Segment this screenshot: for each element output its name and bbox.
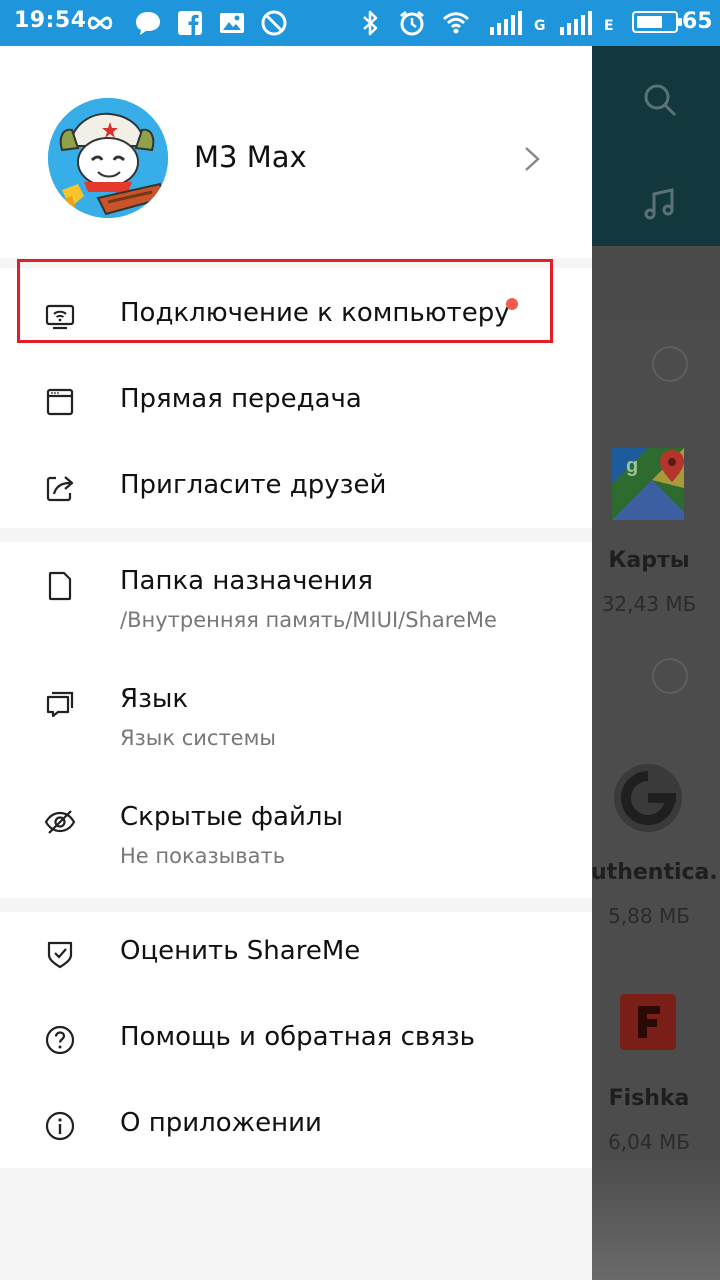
- menu-item-about[interactable]: О приложении: [0, 1084, 592, 1168]
- profile-header[interactable]: M3 Max: [0, 46, 592, 258]
- bluetooth-icon: [363, 10, 378, 36]
- menu-item-destination[interactable]: Папка назначения /Внутренняя память/MIUI…: [0, 542, 592, 660]
- avatar[interactable]: [48, 98, 168, 218]
- music-icon: [644, 188, 674, 220]
- profile-name: M3 Max: [194, 140, 307, 174]
- menu-item-title: Язык: [120, 684, 189, 714]
- menu-item-subtitle: Язык системы: [120, 726, 277, 750]
- share-icon: [46, 476, 74, 502]
- sim2-network-type: E: [604, 18, 614, 34]
- file-icon: [48, 571, 72, 601]
- app-size: 6,04 МБ: [608, 1130, 690, 1154]
- chat-bubbles-icon: [46, 691, 74, 718]
- mi-bunny-avatar-icon: [48, 98, 168, 218]
- navigation-drawer: M3 Max Подключение к компьютеру Прямая п…: [0, 46, 592, 1280]
- window-icon: [46, 388, 74, 416]
- highlight-frame: [17, 259, 553, 343]
- menu-item-rate[interactable]: Оценить ShareMe: [0, 912, 592, 998]
- menu-item-hidden-files[interactable]: Скрытые файлы Не показывать: [0, 778, 592, 898]
- menu-item-language[interactable]: Язык Язык системы: [0, 660, 592, 778]
- menu-item-title: Папка назначения: [120, 566, 373, 596]
- select-radio: [652, 346, 688, 382]
- menu-item-title: Прямая передача: [120, 384, 362, 414]
- status-time: 19:54: [14, 8, 87, 33]
- background-app-bottom: [592, 1156, 720, 1280]
- help-circle-icon: [45, 1025, 75, 1055]
- drawer-section-settings: Папка назначения /Внутренняя память/MIUI…: [0, 542, 592, 898]
- svg-text:g: g: [626, 455, 638, 477]
- sim1-network-type: G: [534, 18, 546, 34]
- menu-item-help[interactable]: Помощь и обратная связь: [0, 998, 592, 1084]
- menu-item-title: О приложении: [120, 1108, 322, 1138]
- search-icon: [644, 84, 677, 117]
- background-app-scrim[interactable]: g Карты 32,43 МБ Authentica... 5,88 МБ F…: [592, 46, 720, 1280]
- menu-item-title: Пригласите друзей: [120, 470, 387, 500]
- menu-item-subtitle: Не показывать: [120, 844, 286, 868]
- menu-item-title: Помощь и обратная связь: [120, 1022, 475, 1052]
- wifi-icon: [442, 12, 470, 34]
- info-circle-icon: [45, 1111, 75, 1141]
- app-name: Authentica...: [592, 860, 720, 885]
- eye-off-icon: [44, 810, 76, 834]
- app-name: Fishka: [608, 1086, 690, 1111]
- signal-sim1-icon: [490, 11, 522, 35]
- chevron-right-icon: [525, 147, 540, 171]
- background-app-tabs: [592, 246, 720, 326]
- app-name: Карты: [608, 548, 690, 573]
- menu-item-direct-transfer[interactable]: Прямая передача: [0, 358, 592, 444]
- menu-item-invite[interactable]: Пригласите друзей: [0, 444, 592, 528]
- authenticator-app-icon: [614, 764, 682, 832]
- battery-icon: [632, 11, 682, 33]
- status-bar: 19:54 G E 65: [0, 0, 720, 46]
- drawer-section-about: Оценить ShareMe Помощь и обратная связь …: [0, 912, 592, 1168]
- infinity-icon: [87, 16, 113, 30]
- maps-app-icon: g: [612, 448, 684, 520]
- gallery-icon: [220, 13, 244, 33]
- menu-item-title: Скрытые файлы: [120, 802, 344, 832]
- alarm-icon: [400, 10, 424, 36]
- background-app-list: g Карты 32,43 МБ Authentica... 5,88 МБ F…: [592, 326, 720, 1280]
- shield-check-icon: [47, 941, 73, 969]
- fishka-app-icon: [620, 994, 676, 1050]
- message-bubble-icon: [136, 12, 160, 35]
- battery-percent: 65: [682, 9, 713, 34]
- do-not-disturb-icon: [261, 10, 287, 36]
- signal-sim2-icon: [560, 11, 592, 35]
- app-size: 5,88 МБ: [608, 904, 690, 928]
- menu-item-subtitle: /Внутренняя память/MIUI/ShareMe: [120, 608, 497, 632]
- facebook-icon: [178, 11, 202, 36]
- background-app-header: [592, 46, 720, 246]
- app-size: 32,43 МБ: [601, 592, 697, 616]
- menu-item-title: Оценить ShareMe: [120, 936, 361, 966]
- select-radio: [652, 658, 688, 694]
